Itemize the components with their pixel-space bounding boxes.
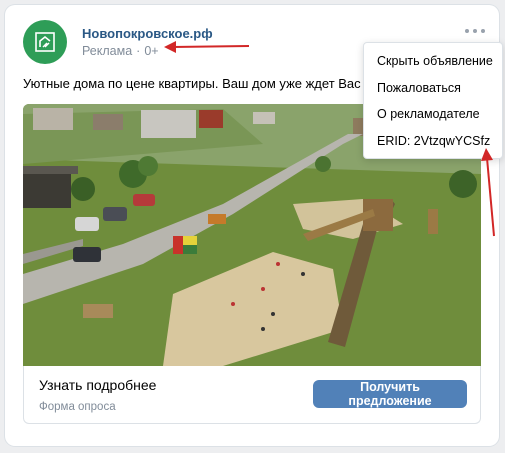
menu-item-hide-ad[interactable]: Скрыть объявление: [364, 48, 502, 75]
author-name[interactable]: Новопокровское.рф: [82, 26, 213, 41]
ad-context-menu: Скрыть объявление Пожаловаться О рекламо…: [363, 42, 503, 159]
house-logo-icon: [35, 32, 55, 52]
menu-item-about-advertiser[interactable]: О рекламодателе: [364, 101, 502, 128]
learn-more-title[interactable]: Узнать подробнее: [39, 377, 156, 393]
separator-dot: ·: [136, 44, 141, 58]
avatar[interactable]: [23, 20, 67, 64]
age-rating: 0+: [144, 44, 159, 58]
ad-footer: Узнать подробнее Форма опроса Получить п…: [23, 366, 481, 424]
form-type-label: Форма опроса: [39, 401, 116, 413]
get-offer-button[interactable]: Получить предложение: [313, 380, 467, 408]
menu-item-report[interactable]: Пожаловаться: [364, 75, 502, 102]
more-dots-icon[interactable]: [465, 25, 485, 37]
post-text: Уютные дома по цене квартиры. Ваш дом уж…: [23, 76, 361, 91]
ad-label: Реклама: [82, 44, 133, 58]
menu-item-erid[interactable]: ERID: 2VtzqwYCSfz: [364, 128, 502, 155]
ad-meta: Реклама · 0+: [82, 44, 159, 58]
